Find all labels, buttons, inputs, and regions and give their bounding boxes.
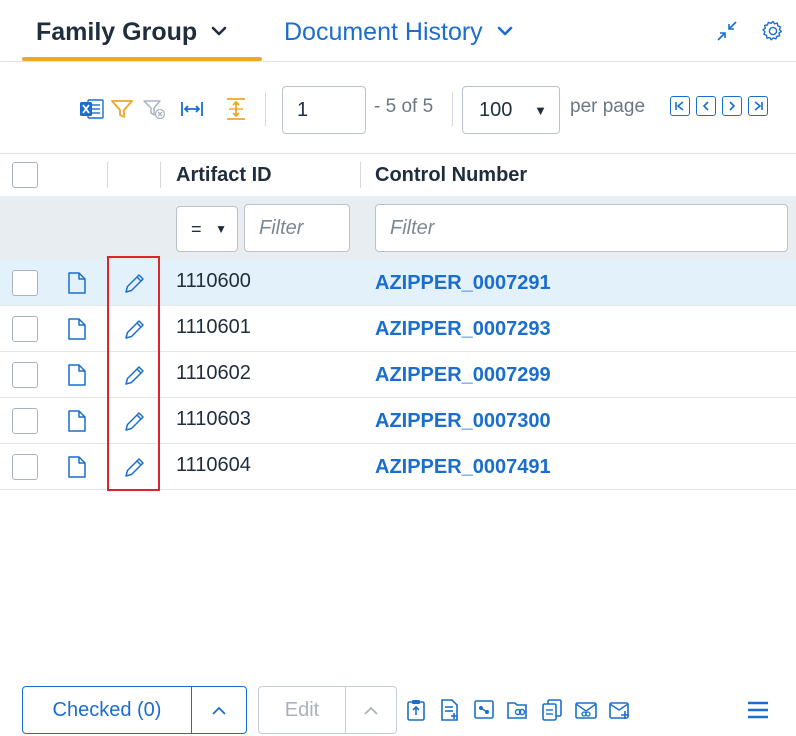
- filter-operator-value: =: [191, 218, 202, 239]
- tab-bar: Family Group Document History: [0, 0, 796, 62]
- column-divider: [160, 162, 161, 188]
- edit-button[interactable]: Edit: [258, 686, 346, 734]
- column-divider: [107, 162, 108, 188]
- document-icon[interactable]: [66, 455, 88, 479]
- pencil-edit-icon[interactable]: [122, 317, 148, 341]
- table-row[interactable]: 1110604 AZIPPER_0007491: [0, 444, 796, 490]
- row-checkbox[interactable]: [12, 362, 38, 388]
- document-icon[interactable]: [66, 409, 88, 433]
- checked-scope-button[interactable]: Checked (0): [22, 686, 192, 734]
- table-row[interactable]: 1110601 AZIPPER_0007293: [0, 306, 796, 352]
- add-document-icon[interactable]: [438, 698, 462, 722]
- page-range-text: - 5 of 5: [374, 96, 434, 117]
- control-number-filter-input[interactable]: Filter: [375, 204, 788, 252]
- select-all-checkbox[interactable]: [12, 162, 38, 188]
- artifact-id-cell: 1110601: [176, 316, 251, 338]
- per-page-select[interactable]: 100 ▼: [462, 86, 560, 134]
- active-tab-indicator: [22, 57, 262, 61]
- column-header-artifact-id[interactable]: Artifact ID: [176, 154, 272, 196]
- excel-export-icon[interactable]: [78, 95, 106, 123]
- export-clipboard-icon[interactable]: [404, 698, 428, 722]
- control-number-link[interactable]: AZIPPER_0007293: [375, 318, 551, 341]
- grid-header-row: Artifact ID Control Number: [0, 154, 796, 196]
- pencil-edit-icon[interactable]: [122, 409, 148, 433]
- row-checkbox[interactable]: [12, 454, 38, 480]
- previous-page-button[interactable]: [696, 96, 716, 116]
- chevron-up-icon: [363, 699, 379, 722]
- pencil-edit-icon[interactable]: [122, 271, 148, 295]
- control-number-link[interactable]: AZIPPER_0007291: [375, 272, 551, 295]
- document-icon[interactable]: [66, 271, 88, 295]
- copy-document-icon[interactable]: [540, 698, 564, 722]
- folder-link-icon[interactable]: [506, 698, 530, 722]
- checked-scope-toggle[interactable]: [191, 686, 247, 734]
- pencil-edit-icon[interactable]: [122, 455, 148, 479]
- document-icon[interactable]: [66, 317, 88, 341]
- email-add-icon[interactable]: [608, 698, 632, 722]
- column-divider: [360, 162, 361, 188]
- artifact-id-filter-input[interactable]: Filter: [244, 204, 350, 252]
- per-page-value: 100: [479, 98, 513, 121]
- tab-document-history[interactable]: Document History: [284, 14, 513, 50]
- artifact-id-cell: 1110602: [176, 362, 251, 384]
- mass-action-bar: Checked (0) Edit: [0, 684, 796, 736]
- filter-row: = ▼ Filter Filter: [0, 196, 796, 260]
- tab-family-group[interactable]: Family Group: [36, 14, 227, 50]
- caret-down-icon: ▼: [215, 222, 227, 236]
- toolbar-divider: [265, 92, 266, 126]
- gear-icon[interactable]: [760, 18, 786, 44]
- email-link-icon[interactable]: [574, 698, 598, 722]
- control-number-link[interactable]: AZIPPER_0007299: [375, 364, 551, 387]
- chevron-up-icon: [211, 699, 227, 722]
- control-number-link[interactable]: AZIPPER_0007491: [375, 456, 551, 479]
- clear-filter-icon[interactable]: [140, 95, 168, 123]
- collapse-arrows-icon[interactable]: [714, 18, 740, 44]
- chevron-down-icon: [211, 24, 227, 41]
- filter-operator-select[interactable]: = ▼: [176, 206, 238, 252]
- row-checkbox[interactable]: [12, 270, 38, 296]
- row-checkbox[interactable]: [12, 316, 38, 342]
- expand-rows-icon[interactable]: [222, 95, 250, 123]
- network-document-icon[interactable]: [472, 698, 496, 722]
- edit-options-toggle[interactable]: [345, 686, 397, 734]
- tab-document-history-label: Document History: [284, 17, 483, 46]
- caret-down-icon: ▼: [534, 102, 547, 118]
- last-page-button[interactable]: [748, 96, 768, 116]
- table-row[interactable]: 1110600 AZIPPER_0007291: [0, 260, 796, 306]
- row-checkbox[interactable]: [12, 408, 38, 434]
- table-row[interactable]: 1110602 AZIPPER_0007299: [0, 352, 796, 398]
- chevron-down-icon: [497, 24, 513, 41]
- grid-toolbar: 1 - 5 of 5 100 ▼ per page: [0, 62, 796, 154]
- page-number-input[interactable]: 1: [282, 86, 366, 134]
- column-header-control-number[interactable]: Control Number: [375, 154, 527, 196]
- next-page-button[interactable]: [722, 96, 742, 116]
- artifact-id-cell: 1110603: [176, 408, 251, 430]
- filter-icon[interactable]: [108, 95, 136, 123]
- tab-family-group-label: Family Group: [36, 17, 198, 46]
- per-page-label: per page: [570, 96, 646, 117]
- control-number-link[interactable]: AZIPPER_0007300: [375, 410, 551, 433]
- pencil-edit-icon[interactable]: [122, 363, 148, 387]
- hamburger-menu-icon[interactable]: [746, 698, 770, 722]
- table-row[interactable]: 1110603 AZIPPER_0007300: [0, 398, 796, 444]
- toolbar-divider: [452, 92, 453, 126]
- artifact-id-cell: 1110604: [176, 454, 251, 476]
- fit-columns-icon[interactable]: [178, 95, 206, 123]
- document-icon[interactable]: [66, 363, 88, 387]
- artifact-id-cell: 1110600: [176, 270, 251, 292]
- first-page-button[interactable]: [670, 96, 690, 116]
